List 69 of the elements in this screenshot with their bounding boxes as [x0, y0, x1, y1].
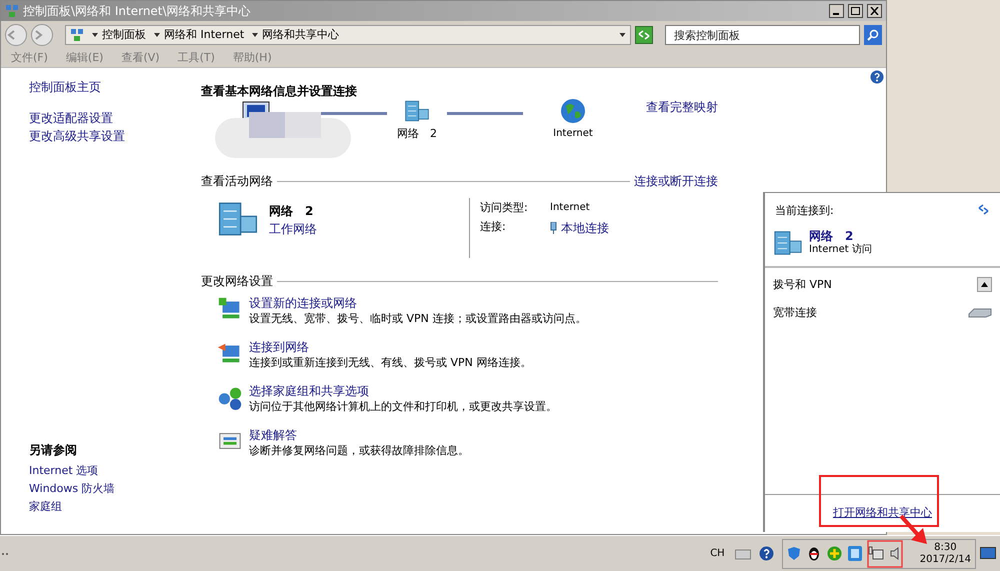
task-link[interactable]: 设置新的连接或网络 — [249, 296, 586, 311]
see-also-link[interactable]: 家庭组 — [29, 498, 173, 516]
network-icon — [404, 98, 430, 124]
see-also-link[interactable]: Windows 防火墙 — [29, 480, 173, 498]
sidebar-link[interactable]: 更改适配器设置 — [29, 109, 173, 127]
network-center-icon — [70, 28, 84, 42]
address-bar[interactable]: 控制面板 网络和 Internet 网络和共享中心 — [65, 25, 631, 45]
task-link[interactable]: 连接到网络 — [249, 340, 532, 355]
language-indicator[interactable]: CH — [710, 546, 725, 561]
globe-icon — [560, 98, 586, 124]
section-heading: 查看活动网络 — [201, 173, 273, 190]
search-button[interactable] — [864, 25, 882, 45]
breadcrumb-item[interactable]: 控制面板 — [102, 26, 146, 44]
access-type-value: Internet — [550, 201, 591, 215]
network-center-icon — [5, 4, 19, 18]
task-description: 访问位于其他网络计算机上的文件和打印机，或更改共享设置。 — [249, 399, 557, 414]
task-link[interactable]: 疑难解答 — [249, 428, 469, 443]
breadcrumb-item[interactable]: 网络和共享中心 — [262, 26, 340, 44]
sidebar-link[interactable]: 控制面板主页 — [29, 78, 173, 96]
grip-icon — [2, 552, 8, 556]
connect-disconnect-link[interactable]: 连接或断开连接 — [634, 172, 718, 190]
access-type-label: 访问类型: — [480, 200, 529, 216]
close-icon — [870, 7, 879, 15]
app-tile-icon[interactable] — [848, 546, 862, 561]
local-connection-link[interactable]: 本地连接 — [561, 218, 609, 236]
view-full-map-link[interactable]: 查看完整映射 — [646, 98, 718, 116]
see-also-heading: 另请参阅 — [29, 442, 78, 459]
window-title: 控制面板\网络和 Internet\网络和共享中心 — [23, 3, 252, 20]
network-tray-icon[interactable] — [868, 546, 884, 561]
shield-icon[interactable] — [786, 546, 801, 561]
network-name[interactable]: 网络 2 — [809, 229, 872, 243]
task-description: 诊断并修复网络问题，或获得故障排除信息。 — [249, 443, 469, 458]
sidebar-link[interactable]: 更改高级共享设置 — [29, 127, 173, 145]
refresh-button[interactable] — [635, 26, 653, 44]
maximize-button[interactable] — [848, 4, 863, 18]
caret-icon — [92, 33, 98, 37]
map-node-label: 网络 2 — [397, 126, 437, 142]
search-icon — [867, 29, 879, 41]
map-node-label: Internet — [553, 127, 593, 141]
clock-date: 2017/2/14 — [920, 554, 971, 566]
collapse-button[interactable] — [977, 277, 992, 292]
task-link[interactable]: 选择家庭组和共享选项 — [249, 384, 557, 399]
modem-icon — [968, 308, 992, 318]
caret-icon — [252, 33, 258, 37]
popup-header: 当前连接到: — [775, 203, 834, 219]
task-description: 设置无线、宽带、拨号、临时或 VPN 连接；或设置路由器或访问点。 — [249, 311, 586, 326]
group-heading: 拨号和 VPN — [773, 276, 832, 292]
show-desktop-icon[interactable] — [980, 547, 996, 560]
breadcrumb-item[interactable]: 网络和 Internet — [164, 26, 244, 44]
network-access: Internet 访问 — [809, 243, 872, 256]
page-heading: 查看基本网络信息并设置连接 — [201, 83, 358, 100]
see-also-link[interactable]: Internet 选项 — [29, 462, 173, 480]
connection-label: 连接: — [480, 218, 507, 234]
caret-icon — [619, 33, 626, 37]
network-name: 网络 2 — [269, 203, 314, 220]
help-icon[interactable] — [758, 546, 774, 561]
annotation-box — [866, 540, 903, 568]
maximize-icon — [851, 7, 860, 15]
task-description: 连接到或重新连接到无线、有线、拨号或 VPN 网络连接。 — [249, 355, 532, 370]
section-heading: 更改网络设置 — [201, 273, 273, 290]
connection-item[interactable]: 宽带连接 — [773, 305, 817, 322]
close-button[interactable] — [867, 4, 882, 18]
network-type-link[interactable]: 工作网络 — [269, 220, 317, 238]
clock-time: 8:30 — [934, 542, 957, 554]
up-triangle-icon — [981, 282, 988, 288]
caret-icon — [154, 33, 160, 37]
ethernet-plug-icon — [550, 222, 557, 234]
minimize-button[interactable] — [829, 4, 844, 18]
search-field[interactable]: 搜索控制面板 — [665, 25, 860, 45]
